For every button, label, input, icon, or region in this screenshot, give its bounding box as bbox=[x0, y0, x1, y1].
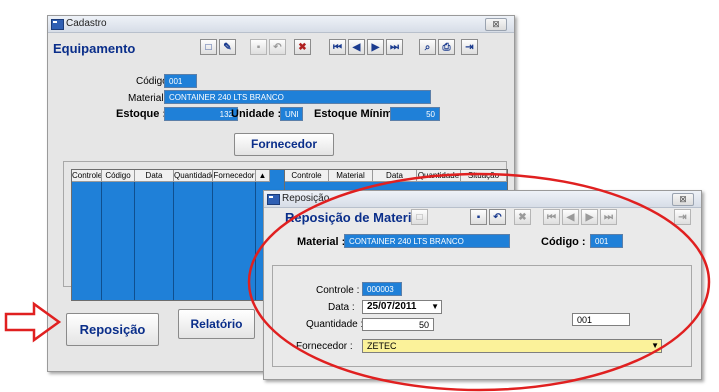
last-icon[interactable]: ⏭ bbox=[386, 39, 403, 55]
codigo-field[interactable]: 001 bbox=[164, 74, 197, 88]
grid-header[interactable]: Quantidade bbox=[174, 170, 213, 182]
delete-icon[interactable]: ✖ bbox=[294, 39, 311, 55]
search-icon[interactable]: ⌕ bbox=[419, 39, 436, 55]
red-arrow-icon bbox=[4, 301, 62, 343]
print-icon[interactable]: ⎙ bbox=[438, 39, 455, 55]
grid-column-line bbox=[212, 182, 213, 300]
cadastro-window-title: Cadastro bbox=[66, 18, 107, 29]
prev-icon[interactable]: ◀ bbox=[348, 39, 365, 55]
material-field[interactable]: CONTAINER 240 LTS BRANCO bbox=[164, 90, 431, 104]
grid-column-line bbox=[173, 182, 174, 300]
cadastro-close-button[interactable]: ⊠ bbox=[485, 18, 507, 31]
estoque-label: Estoque : bbox=[116, 108, 167, 120]
unidade-label: Unidade : bbox=[231, 108, 282, 120]
cadastro-titlebar[interactable]: Cadastro ⊠ bbox=[48, 16, 514, 33]
exit-icon[interactable]: ⇥ bbox=[461, 39, 478, 55]
estoque-minimo-field[interactable]: 50 bbox=[390, 107, 440, 121]
edit-icon[interactable]: ✎ bbox=[219, 39, 236, 55]
material-label: Material : bbox=[128, 93, 170, 104]
reposicao-button[interactable]: Reposição bbox=[66, 313, 159, 346]
unidade-field[interactable]: UNI bbox=[280, 107, 303, 121]
grid-column-line bbox=[101, 182, 102, 300]
first-icon[interactable]: ⏮ bbox=[329, 39, 346, 55]
new-doc-icon[interactable]: □ bbox=[200, 39, 217, 55]
red-highlight-ellipse bbox=[247, 172, 711, 392]
app-icon bbox=[51, 19, 64, 30]
fornecedor-button[interactable]: Fornecedor bbox=[234, 133, 334, 156]
save-icon[interactable]: ▪ bbox=[250, 39, 267, 55]
grid-header[interactable]: Código bbox=[102, 170, 135, 182]
undo-icon[interactable]: ↶ bbox=[269, 39, 286, 55]
grid-column-line bbox=[134, 182, 135, 300]
grid-header[interactable]: Controle bbox=[72, 170, 102, 182]
next-icon[interactable]: ▶ bbox=[367, 39, 384, 55]
estoque-field[interactable]: 132 bbox=[164, 107, 238, 121]
grid-header[interactable]: Data bbox=[135, 170, 174, 182]
cadastro-heading: Equipamento bbox=[53, 41, 136, 56]
